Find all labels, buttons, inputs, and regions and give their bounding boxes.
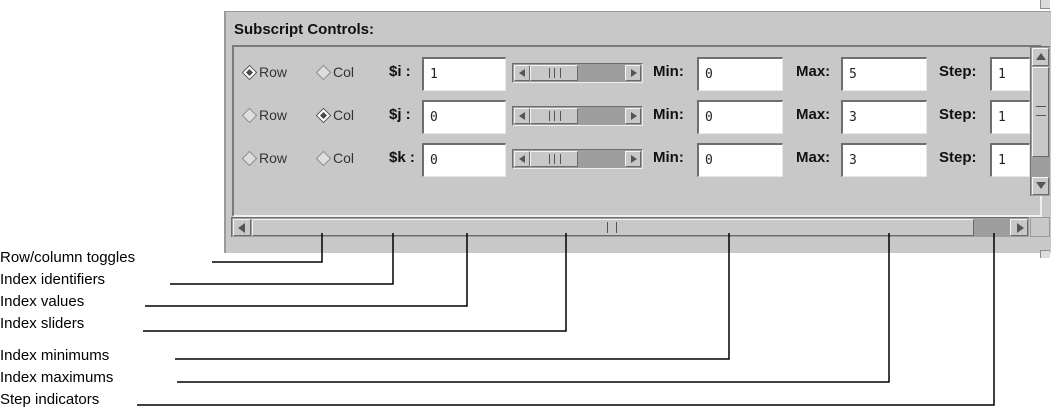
leader-row-column-toggles bbox=[212, 233, 323, 263]
leader-index-identifiers bbox=[170, 233, 394, 285]
leader-lines bbox=[137, 233, 995, 406]
leader-index-minimums bbox=[175, 233, 730, 360]
leader-index-sliders bbox=[143, 233, 567, 332]
leader-index-values bbox=[145, 233, 468, 307]
